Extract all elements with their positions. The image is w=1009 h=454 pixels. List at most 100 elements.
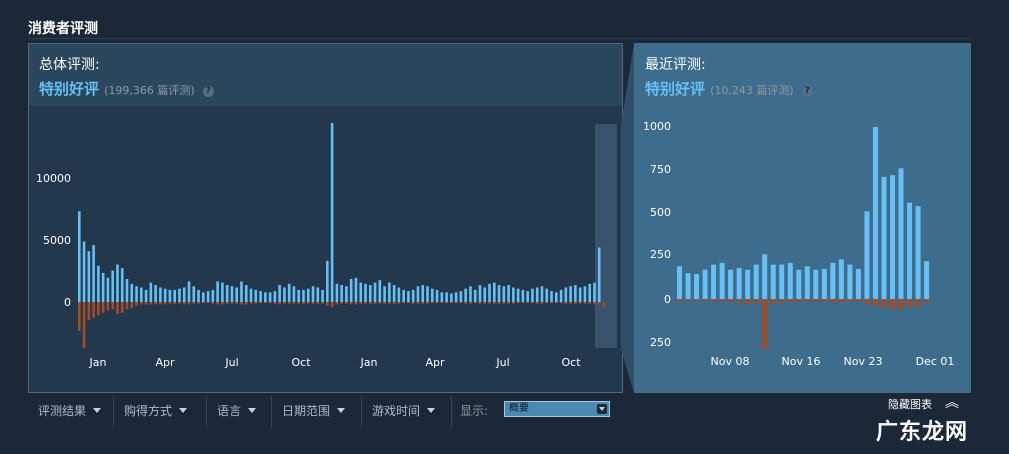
negative-bar (473, 302, 477, 304)
double-chevron-up-icon[interactable]: ︽ (945, 396, 959, 410)
positive-bar (235, 287, 239, 302)
negative-bar (235, 302, 239, 304)
positive-bar (583, 286, 587, 302)
positive-bar (924, 261, 930, 299)
negative-bar (407, 302, 410, 304)
negative-bar (881, 299, 887, 308)
negative-bar (821, 299, 827, 302)
negative-bar (464, 302, 467, 304)
negative-bar (244, 302, 248, 305)
hide-chart-button[interactable]: 隐藏图表 (888, 398, 932, 412)
positive-bar (206, 291, 210, 302)
select-arrow-icon (597, 404, 607, 414)
negative-bar (736, 299, 742, 303)
negative-bar (388, 302, 391, 304)
positive-bar (597, 247, 601, 302)
negative-bar (526, 302, 529, 304)
positive-bar (838, 259, 844, 299)
positive-bar (588, 283, 591, 302)
negative-bar (507, 302, 510, 304)
negative-bar (182, 302, 186, 305)
positive-bar (87, 251, 91, 302)
negative-bar (847, 299, 853, 302)
negative-bar (163, 302, 167, 305)
overall-count: (199,366 篇评测) (104, 84, 195, 97)
negative-bar (125, 302, 129, 310)
positive-bar (454, 292, 458, 302)
positive-bar (478, 285, 482, 302)
filter-language[interactable]: 语言 (207, 396, 272, 428)
negative-bar (838, 299, 844, 303)
positive-bar (259, 291, 262, 302)
negative-bar (502, 302, 506, 304)
positive-bar (847, 264, 853, 299)
negative-bar (787, 299, 793, 303)
positive-bar (574, 285, 577, 302)
positive-bar (120, 268, 124, 302)
negative-bar (192, 302, 196, 304)
positive-bar (787, 262, 793, 299)
positive-bar (821, 268, 827, 299)
positive-bar (426, 286, 429, 302)
filter-purchase-type[interactable]: 购得方式 (114, 396, 207, 428)
negative-bar (745, 299, 751, 305)
positive-bar (187, 281, 191, 302)
positive-bar (492, 282, 496, 302)
negative-bar (149, 302, 153, 305)
positive-bar (373, 282, 377, 302)
positive-bar (881, 176, 887, 299)
chart-selection-highlight[interactable] (595, 124, 617, 348)
negative-bar (483, 302, 487, 304)
positive-bar (316, 287, 320, 302)
negative-bar (259, 302, 262, 304)
negative-bar (440, 302, 444, 304)
negative-bar (349, 302, 353, 305)
caret-down-icon (337, 408, 346, 413)
x-tick-label: Jul (495, 356, 509, 369)
negative-bar (540, 302, 544, 304)
negative-bar (130, 302, 134, 309)
help-icon[interactable]: ? (801, 86, 813, 97)
positive-bar (421, 285, 425, 302)
negative-bar (435, 302, 439, 304)
negative-bar (221, 302, 224, 305)
positive-bar (192, 286, 196, 302)
overall-header: 总体评测: 特别好评 (199,366 篇评测) ? (29, 44, 622, 106)
x-tick-label: Jan (89, 356, 107, 369)
filter-playtime-label: 游戏时间 (372, 404, 421, 418)
negative-bar (283, 302, 286, 304)
help-icon[interactable]: ? (202, 86, 214, 97)
positive-bar (345, 286, 348, 302)
negative-bar (383, 302, 386, 304)
negative-bar (402, 302, 405, 304)
negative-bar (516, 302, 520, 304)
positive-bar (804, 266, 810, 299)
filter-date-range[interactable]: 日期范围 (272, 396, 362, 428)
negative-bar (92, 302, 95, 318)
positive-bar (216, 281, 219, 302)
negative-bar (116, 302, 119, 315)
negative-bar (159, 302, 162, 305)
positive-bar (111, 270, 114, 302)
negative-bar (87, 302, 91, 321)
filter-playtime[interactable]: 游戏时间 (362, 396, 452, 428)
display-select[interactable]: 概要 (504, 401, 610, 417)
positive-bar (898, 168, 904, 299)
filter-purchase-type-label: 购得方式 (124, 404, 173, 418)
negative-bar (268, 302, 272, 304)
negative-bar (421, 302, 425, 304)
positive-bar (796, 269, 802, 299)
caret-down-icon (427, 408, 436, 413)
negative-bar (593, 302, 596, 305)
negative-bar (559, 302, 563, 304)
positive-bar (872, 127, 878, 299)
x-tick-label: Jul (224, 356, 238, 369)
positive-bar (378, 280, 382, 302)
positive-bar (469, 286, 472, 302)
filter-review-type[interactable]: 评测结果 (28, 396, 114, 428)
negative-bar (564, 302, 568, 304)
negative-bar (416, 302, 420, 304)
positive-bar (569, 286, 572, 302)
negative-bar (311, 302, 315, 304)
negative-bar (469, 302, 472, 304)
